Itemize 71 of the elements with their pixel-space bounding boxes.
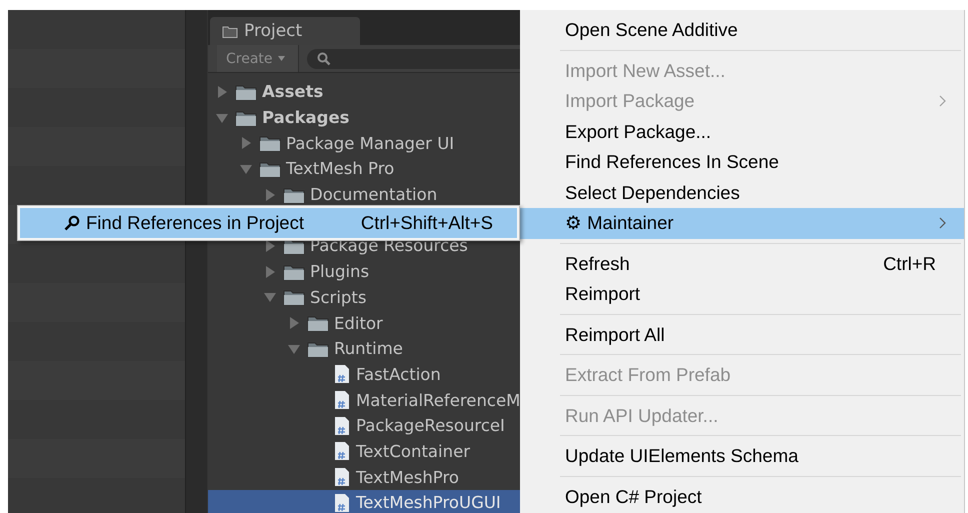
script-row[interactable]: FastAction — [208, 362, 520, 388]
folder-icon — [235, 108, 257, 127]
menu-item[interactable]: Select Dependencies — [520, 178, 964, 208]
expanded-arrow-icon[interactable] — [240, 162, 252, 175]
folder-icon — [259, 134, 281, 152]
script-row[interactable]: TextMeshPro — [208, 464, 520, 490]
tree-item-label: TextMesh Pro — [286, 159, 394, 178]
tree-item-label: TextMeshPro — [356, 468, 459, 487]
menu-item[interactable]: Find References In Scene — [520, 147, 964, 178]
expanded-arrow-icon[interactable] — [216, 112, 228, 124]
menu-item[interactable]: Export Package... — [520, 116, 964, 147]
folder-row[interactable]: Documentation — [208, 182, 520, 208]
folder-row[interactable]: Package Manager UI — [208, 130, 520, 156]
folder-icon — [283, 288, 305, 306]
script-row[interactable]: PackageResourceI — [208, 412, 520, 439]
project-tab[interactable]: Project — [210, 17, 360, 45]
csharp-file-icon — [334, 492, 350, 513]
script-row[interactable]: TextContainer — [208, 438, 520, 464]
folder-icon — [283, 262, 305, 281]
folder-row[interactable]: TextMesh Pro — [208, 156, 520, 182]
tree-item-label: FastAction — [356, 364, 441, 384]
menu-item[interactable]: Refresh Ctrl+R — [520, 248, 964, 279]
script-row[interactable]: TextMeshProUGUI — [208, 490, 520, 513]
submenu-item[interactable]: Find References in Project Ctrl+Shift+Alt+S — [20, 208, 517, 238]
tree-item-label: PackageResourceI — [356, 416, 505, 436]
chevron-right-icon — [939, 217, 946, 230]
csharp-file-icon — [334, 467, 350, 488]
tree-item-label: TextContainer — [356, 442, 470, 461]
menu-item[interactable]: Open C# Project — [520, 482, 964, 512]
menu-item[interactable]: Reimport All — [520, 320, 964, 350]
csharp-file-icon — [334, 364, 350, 384]
search-field[interactable] — [306, 48, 520, 68]
folder-icon — [283, 186, 305, 204]
csharp-file-icon — [334, 416, 350, 436]
folder-row[interactable]: Editor — [208, 310, 520, 336]
folder-row[interactable]: Assets — [208, 79, 520, 105]
folder-row[interactable]: Packages — [208, 104, 520, 130]
tree-item-label: Package Manager UI — [286, 134, 454, 153]
shortcut-label: Ctrl+Shift+Alt+S — [360, 212, 493, 234]
shortcut-label: Ctrl+R — [883, 252, 936, 275]
tree-item-label: Documentation — [310, 185, 438, 204]
folder-icon — [259, 160, 281, 178]
menu-item[interactable]: ⚙ Maintainer — [520, 208, 964, 238]
folder-row[interactable]: Scripts — [208, 284, 520, 310]
expanded-arrow-icon[interactable] — [264, 291, 276, 304]
folder-icon — [307, 340, 329, 358]
menu-item[interactable]: Reimport — [520, 279, 964, 310]
csharp-file-icon — [334, 390, 350, 410]
folder-icon — [235, 82, 257, 101]
tree-item-label: Packages — [262, 108, 350, 128]
tree-item-label: MaterialReferenceM — [356, 390, 520, 410]
menu-item[interactable]: Update UIElements Schema — [520, 441, 964, 472]
folder-row[interactable]: Runtime — [208, 336, 520, 362]
caret-icon — [278, 56, 285, 61]
tree-item-label: Editor — [334, 314, 383, 333]
search-icon — [64, 215, 80, 231]
csharp-file-icon — [334, 441, 350, 462]
chevron-right-icon — [939, 95, 946, 108]
script-row[interactable]: MaterialReferenceM — [208, 387, 520, 413]
tree-item-label: Scripts — [310, 288, 366, 307]
tree-item-label: Runtime — [334, 339, 403, 358]
folder-row[interactable]: Plugins — [208, 258, 520, 284]
collapsed-arrow-icon[interactable] — [264, 240, 276, 252]
tree-item-label: Assets — [262, 82, 324, 102]
expanded-arrow-icon[interactable] — [288, 342, 300, 355]
folder-icon — [307, 314, 329, 332]
tree-item-label: TextMeshProUGUI — [356, 493, 501, 512]
folder-icon — [222, 24, 238, 38]
menu-item[interactable]: Open Scene Additive — [520, 15, 964, 46]
tree-item-label: Plugins — [310, 262, 370, 282]
search-icon — [316, 52, 331, 66]
